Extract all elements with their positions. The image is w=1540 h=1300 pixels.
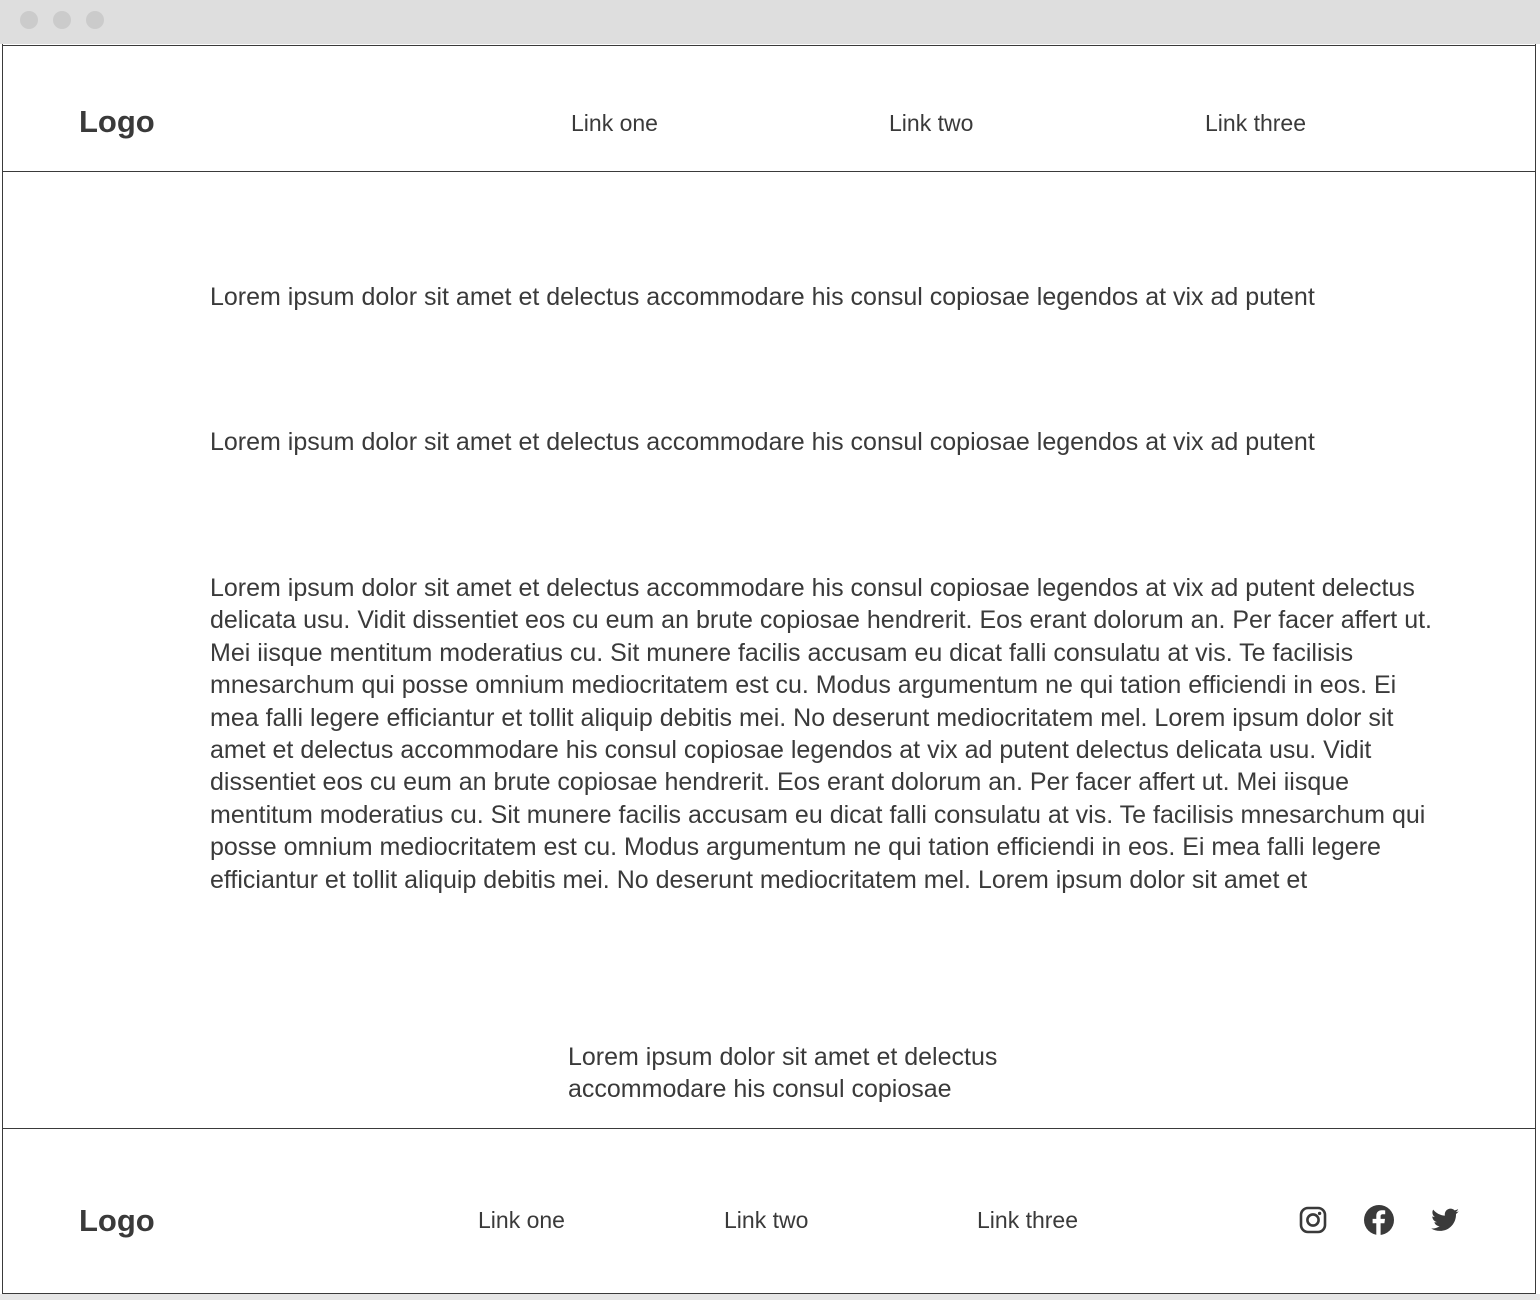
footer-link-two[interactable]: Link two xyxy=(724,1209,808,1232)
twitter-icon[interactable] xyxy=(1428,1203,1462,1237)
site-header: Logo Link one Link two Link three xyxy=(2,45,1536,172)
header-link-one[interactable]: Link one xyxy=(571,112,658,135)
body-paragraph-centered: Lorem ipsum dolor sit amet et delectus a… xyxy=(568,1043,998,1104)
browser-window: Logo Link one Link two Link three Lorem … xyxy=(0,0,1540,1300)
footer-link-three[interactable]: Link three xyxy=(977,1209,1078,1232)
window-titlebar xyxy=(0,0,1540,44)
body-paragraph-1: Lorem ipsum dolor sit amet et delectus a… xyxy=(210,283,1315,311)
body-paragraph-2: Lorem ipsum dolor sit amet et delectus a… xyxy=(210,428,1315,456)
body-paragraph-long: Lorem ipsum dolor sit amet et delectus a… xyxy=(210,574,1432,894)
header-link-three[interactable]: Link three xyxy=(1205,112,1306,135)
facebook-icon[interactable] xyxy=(1362,1203,1396,1237)
header-link-two[interactable]: Link two xyxy=(889,112,973,135)
window-maximize-dot[interactable] xyxy=(86,11,104,29)
footer-link-one[interactable]: Link one xyxy=(478,1209,565,1232)
footer-logo[interactable]: Logo xyxy=(79,1205,155,1236)
window-bottom-edge xyxy=(0,1294,1540,1300)
window-minimize-dot[interactable] xyxy=(53,11,71,29)
header-logo[interactable]: Logo xyxy=(79,106,155,137)
window-close-dot[interactable] xyxy=(20,11,38,29)
site-footer: Logo Link one Link two Link three xyxy=(2,1128,1536,1294)
instagram-icon[interactable] xyxy=(1296,1203,1330,1237)
